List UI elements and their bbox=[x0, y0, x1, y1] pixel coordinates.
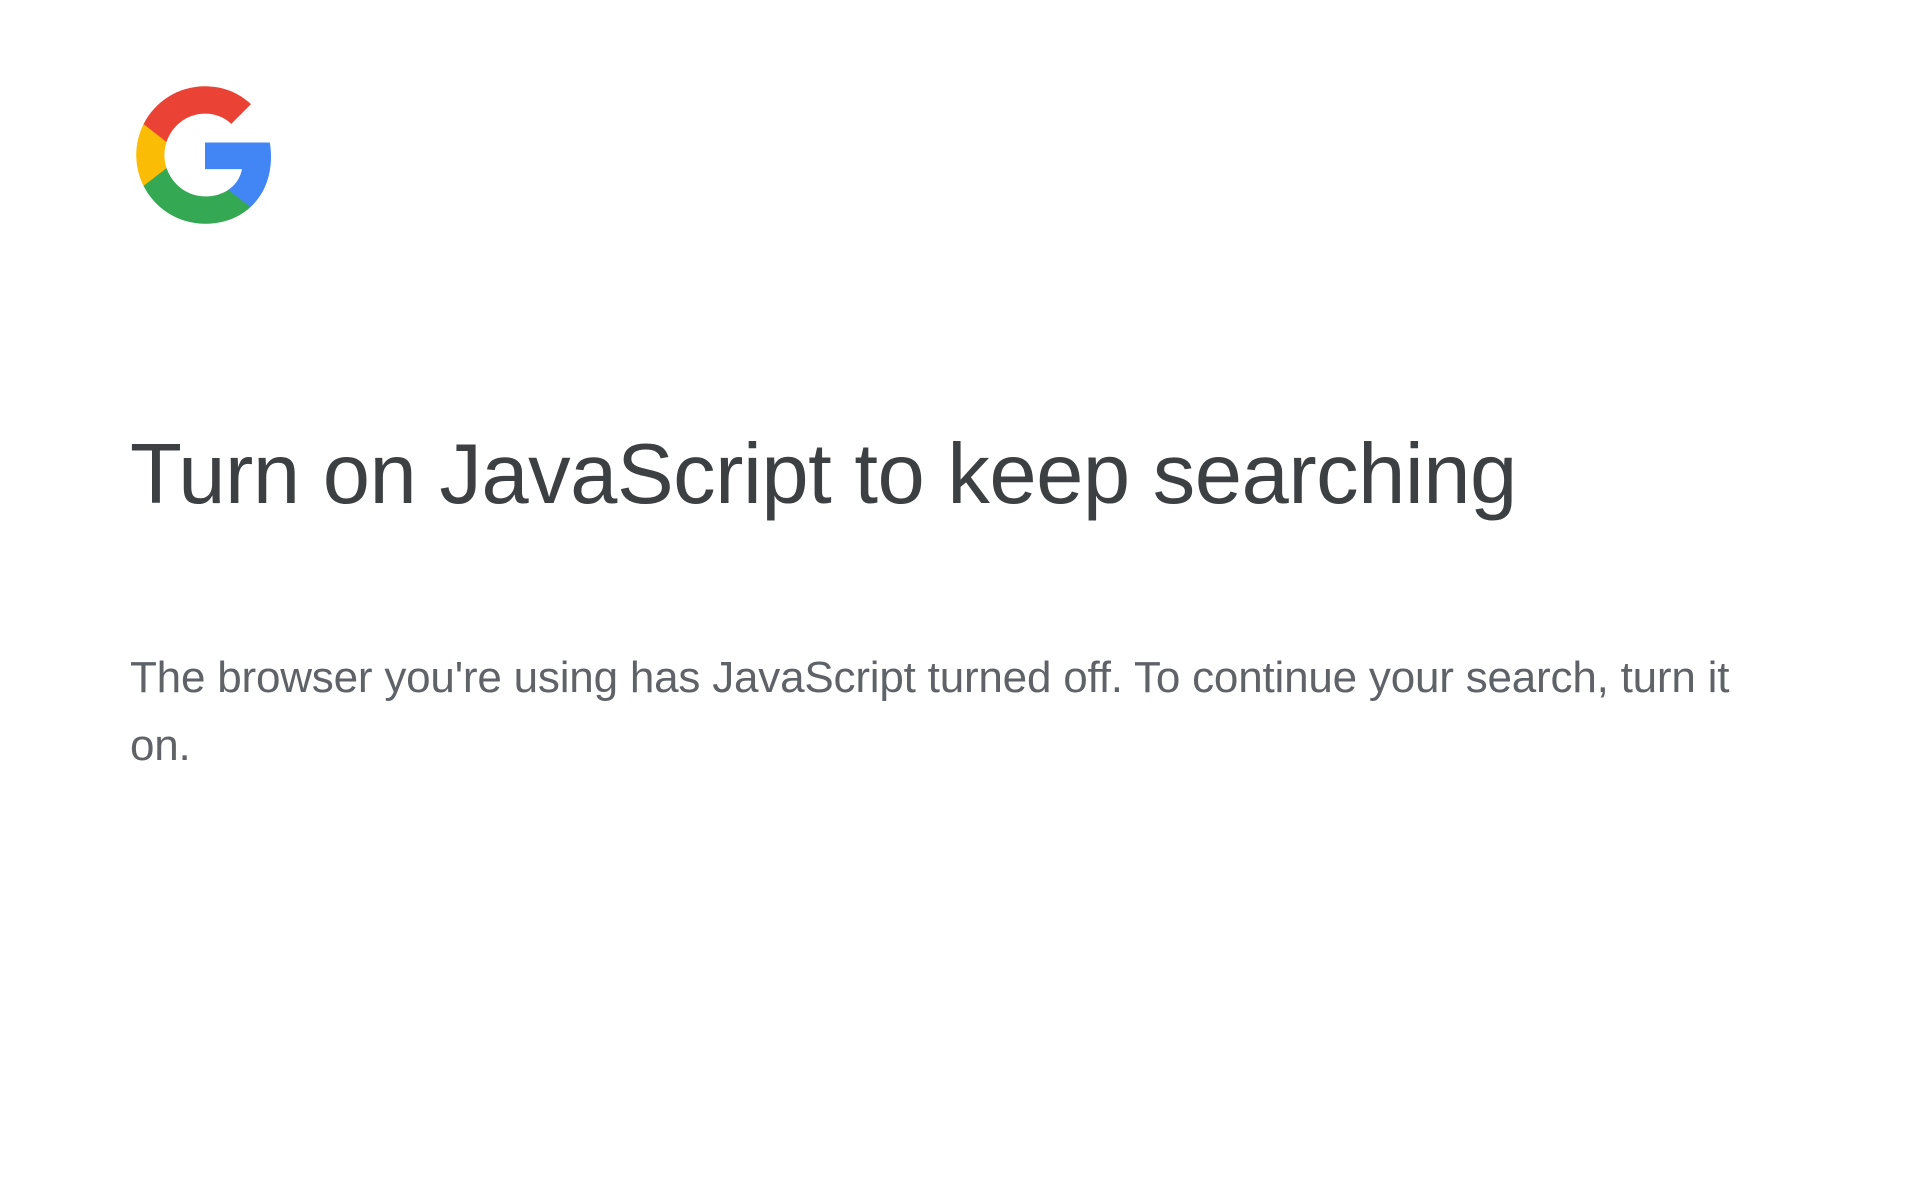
page-heading: Turn on JavaScript to keep searching bbox=[130, 415, 1790, 534]
google-logo-icon bbox=[130, 80, 1790, 235]
error-page-container: Turn on JavaScript to keep searching The… bbox=[0, 0, 1920, 860]
page-body-text: The browser you're using has JavaScript … bbox=[130, 644, 1790, 780]
